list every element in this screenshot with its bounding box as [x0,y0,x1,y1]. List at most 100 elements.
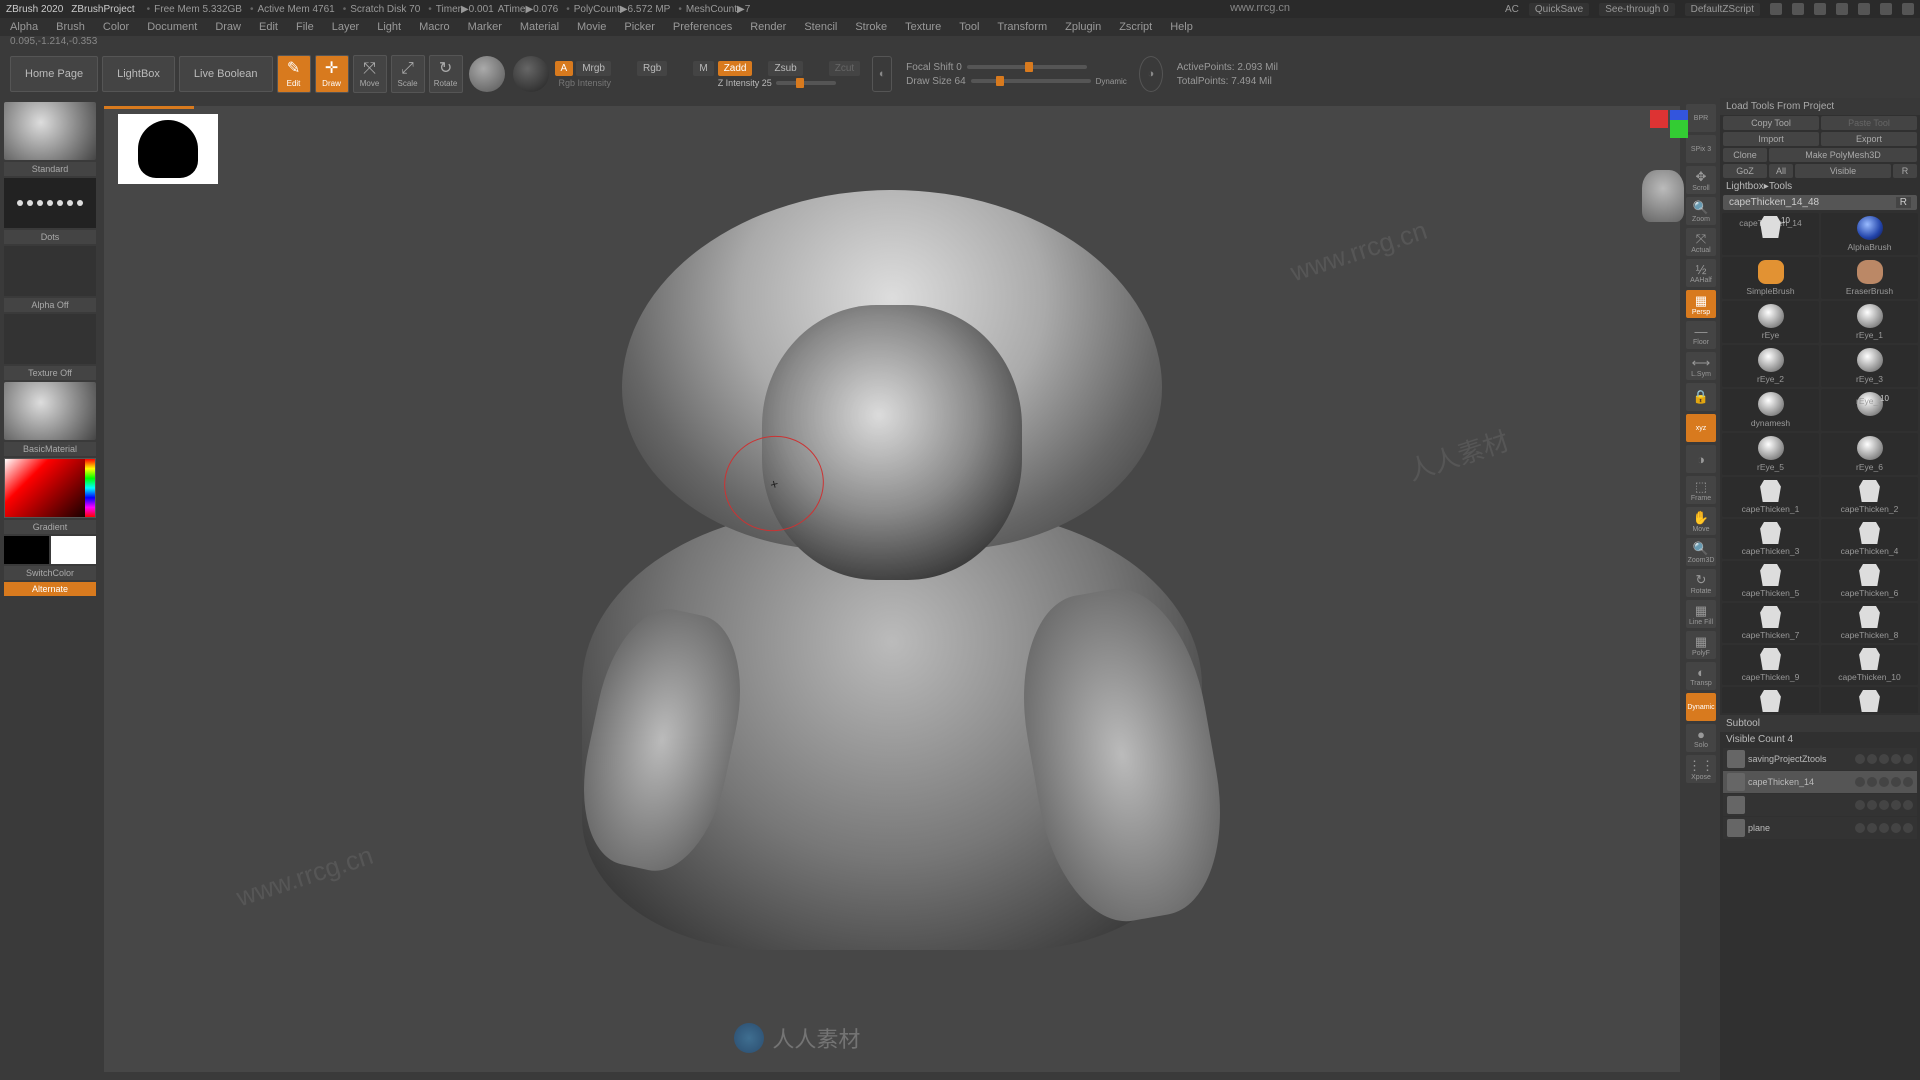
a-button[interactable]: A [555,61,574,76]
reference-thumbnail[interactable] [118,114,218,184]
edit-mode-icon[interactable]: ✎Edit [277,55,311,93]
brush-size-icon[interactable]: ◐ [872,56,892,92]
aahalf-icon[interactable]: ½AAHalf [1686,259,1716,287]
lightbox-button[interactable]: LightBox [102,56,175,92]
tool-item[interactable]: 10capeThicken_14 [1722,213,1819,255]
brush-preview[interactable] [4,102,96,160]
clone-button[interactable]: Clone [1723,148,1767,162]
menu-marker[interactable]: Marker [468,21,502,33]
move-icon[interactable]: ✋Move [1686,507,1716,535]
switchcolor-button[interactable]: SwitchColor [4,566,96,580]
tool-item[interactable]: rEye [1722,301,1819,343]
frame-icon[interactable]: ⬚Frame [1686,476,1716,504]
menu-icon[interactable] [1814,3,1826,15]
tool-item[interactable]: SimpleBrush [1722,257,1819,299]
toggle-icon[interactable]: ◑ [1686,445,1716,473]
tool-item[interactable]: 10rEye_3 [1821,389,1918,431]
material-preview[interactable] [4,382,96,440]
subtool-row[interactable]: capeThicken_14 [1723,771,1917,793]
draw-size-slider[interactable] [971,79,1091,83]
menu-icon[interactable] [1770,3,1782,15]
load-tools-title[interactable]: Load Tools From Project [1720,98,1920,115]
lightbox-tools-label[interactable]: Lightbox▸Tools [1720,179,1920,194]
m-button[interactable]: M [693,61,713,76]
dynamic-label[interactable]: Dynamic [1096,77,1127,86]
zcut-button[interactable]: Zcut [829,61,860,76]
menu-help[interactable]: Help [1170,21,1193,33]
menu-light[interactable]: Light [377,21,401,33]
subtool-row[interactable]: savingProjectZtools [1723,748,1917,770]
import-button[interactable]: Import [1723,132,1819,146]
goz-button[interactable]: GoZ [1723,164,1767,178]
goz-all-button[interactable]: All [1769,164,1793,178]
xpose-icon[interactable]: ⋮⋮Xpose [1686,755,1716,783]
paste-tool-button[interactable]: Paste Tool [1821,116,1917,130]
spix-icon[interactable]: SPix 3 [1686,135,1716,163]
tool-item[interactable]: capeThicken_4 [1821,519,1918,559]
goz-visible-button[interactable]: Visible [1795,164,1891,178]
make-polymesh-button[interactable]: Make PolyMesh3D [1769,148,1917,162]
tool-item[interactable]: dynamesh [1722,389,1819,431]
camera-head-widget[interactable] [1642,170,1684,222]
menu-tool[interactable]: Tool [959,21,979,33]
tool-item[interactable]: capeThicken_9 [1722,645,1819,685]
texture-preview[interactable] [4,314,96,364]
menu-draw[interactable]: Draw [215,21,241,33]
home-page-button[interactable]: Home Page [10,56,98,92]
menu-macro[interactable]: Macro [419,21,450,33]
linefill-icon[interactable]: ▦Line Fill [1686,600,1716,628]
gradient-label[interactable]: Gradient [4,520,96,534]
tool-item[interactable]: capeThicken_11 [1722,687,1819,713]
color-swatches[interactable] [4,536,96,564]
solo-icon[interactable]: ●Solo [1686,724,1716,752]
rotate-icon[interactable]: ↻Rotate [1686,569,1716,597]
menu-alpha[interactable]: Alpha [10,21,38,33]
tool-item[interactable]: capeThicken_5 [1722,561,1819,601]
maximize-icon[interactable] [1880,3,1892,15]
transp-icon[interactable]: ◐Transp [1686,662,1716,690]
actual-icon[interactable]: ⤧Actual [1686,228,1716,256]
draw-mode-icon[interactable]: ✛Draw [315,55,349,93]
alternate-button[interactable]: Alternate [4,582,96,596]
menu-zplugin[interactable]: Zplugin [1065,21,1101,33]
axis-widget[interactable] [1650,110,1690,160]
defaultzscript-button[interactable]: DefaultZScript [1685,3,1760,16]
export-button[interactable]: Export [1821,132,1917,146]
tool-item[interactable]: rEye_3 [1821,345,1918,387]
menu-transform[interactable]: Transform [997,21,1047,33]
subtool-row[interactable]: plane [1723,817,1917,839]
menu-picker[interactable]: Picker [624,21,655,33]
scroll-icon[interactable]: ✥Scroll [1686,166,1716,194]
persp-icon[interactable]: ▦Persp [1686,290,1716,318]
seethrough-slider[interactable]: See-through 0 [1599,3,1674,16]
gizmo-icon[interactable] [469,56,505,92]
z-intensity-slider[interactable] [776,81,836,85]
menu-layer[interactable]: Layer [332,21,360,33]
rgb-button[interactable]: Rgb [637,61,667,76]
quicksave-button[interactable]: QuickSave [1529,3,1589,16]
close-icon[interactable] [1902,3,1914,15]
dynamic-icon[interactable]: Dynamic [1686,693,1716,721]
bpr-icon[interactable]: BPR [1686,104,1716,132]
minimize-icon[interactable] [1858,3,1870,15]
tool-item[interactable]: capeThicken_3 [1722,519,1819,559]
menu-file[interactable]: File [296,21,314,33]
tool-item[interactable]: capeThicken_1 [1722,477,1819,517]
tool-item[interactable]: capeThicken_2 [1821,477,1918,517]
menu-brush[interactable]: Brush [56,21,85,33]
menu-edit[interactable]: Edit [259,21,278,33]
polyf-icon[interactable]: ▦PolyF [1686,631,1716,659]
tool-item[interactable]: capeThicken_12 [1821,687,1918,713]
tool-item[interactable]: rEye_1 [1821,301,1918,343]
xyz-icon[interactable]: xyz [1686,414,1716,442]
tool-item[interactable]: capeThicken_10 [1821,645,1918,685]
live-boolean-button[interactable]: Live Boolean [179,56,273,92]
zadd-button[interactable]: Zadd [718,61,753,76]
stroke-preview[interactable] [4,178,96,228]
menu-material[interactable]: Material [520,21,559,33]
menu-render[interactable]: Render [750,21,786,33]
floor-icon[interactable]: —Floor [1686,321,1716,349]
subtool-header[interactable]: Subtool [1720,715,1920,732]
menu-texture[interactable]: Texture [905,21,941,33]
rotate-mode-icon[interactable]: ↻Rotate [429,55,463,93]
